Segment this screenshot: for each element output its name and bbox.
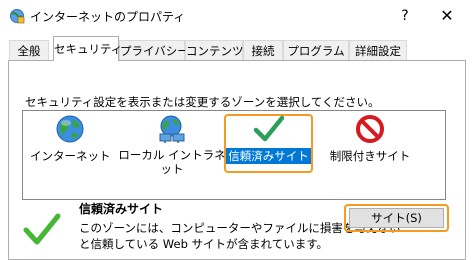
trusted-check-icon xyxy=(23,213,61,245)
close-button[interactable]: ✕ xyxy=(430,4,464,28)
title-bar: インターネットのプロパティ ? ✕ xyxy=(0,0,474,32)
zone-label-restricted-sites: 制限付きサイト xyxy=(329,149,411,163)
tab-privacy[interactable]: プライバシー xyxy=(119,40,189,60)
zone-label-internet: インターネット xyxy=(30,149,111,163)
zone-internet[interactable]: インターネット xyxy=(30,114,111,164)
tab-connections[interactable]: 接続 xyxy=(243,40,283,60)
tab-content[interactable]: コンテンツ xyxy=(185,40,244,60)
window-title: インターネットのプロパティ xyxy=(30,10,186,24)
tab-security[interactable]: セキュリティ xyxy=(53,36,122,61)
check-icon xyxy=(253,115,284,142)
selected-zone-title: 信頼済みサイト xyxy=(79,202,164,216)
help-button[interactable]: ? xyxy=(388,4,422,28)
tab-general[interactable]: 全般 xyxy=(9,40,49,60)
zone-restricted-sites[interactable]: 制限付きサイト xyxy=(320,114,420,164)
tab-advanced[interactable]: 詳細設定 xyxy=(349,40,407,60)
sites-button[interactable]: サイト(S) xyxy=(349,208,444,228)
globe-icon xyxy=(56,115,84,143)
description-line-2: と信頼している Web サイトが含まれています。 xyxy=(79,237,329,251)
zone-instruction: セキュリティ設定を表示または変更するゾーンを選択してください。 xyxy=(25,95,380,109)
zone-trusted-sites[interactable]: 信頼済みサイト xyxy=(226,114,311,164)
intranet-globe-icon xyxy=(159,115,185,143)
internet-options-icon xyxy=(10,9,25,24)
zone-local-intranet[interactable]: ローカル イントラネット xyxy=(118,114,226,176)
zone-label-local-intranet: ローカル イントラネット xyxy=(118,148,226,176)
no-entry-icon xyxy=(356,115,384,143)
zone-label-trusted-sites: 信頼済みサイト xyxy=(226,148,311,164)
tab-programs[interactable]: プログラム xyxy=(283,40,349,60)
